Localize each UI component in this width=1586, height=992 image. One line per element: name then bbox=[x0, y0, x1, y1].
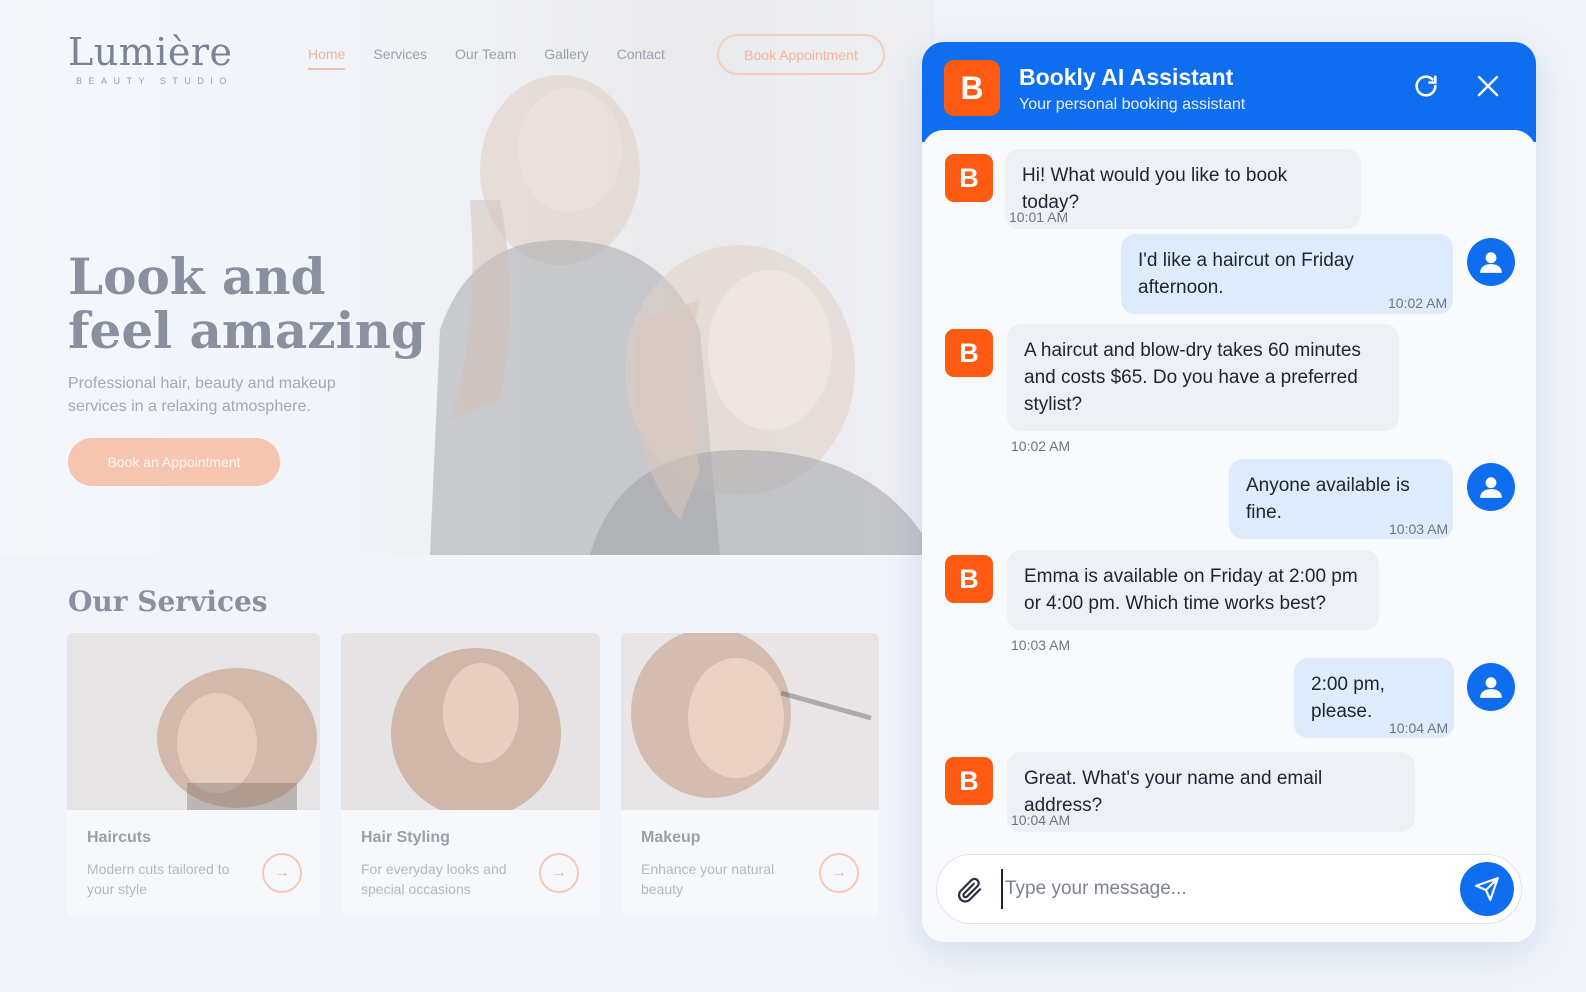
message-time: 10:04 AM bbox=[1389, 720, 1449, 736]
message-time: 10:01 AM bbox=[1009, 209, 1069, 225]
arrow-right-icon[interactable]: → bbox=[539, 853, 579, 893]
bot-message: A haircut and blow-dry takes 60 minutes … bbox=[1007, 324, 1399, 431]
nav-gallery[interactable]: Gallery bbox=[544, 46, 588, 70]
message-time: 10:02 AM bbox=[1388, 295, 1448, 311]
bot-avatar: B bbox=[945, 154, 993, 202]
message-time: 10:03 AM bbox=[1011, 637, 1071, 653]
hero-title: Look and feel amazing bbox=[68, 250, 426, 358]
chat-title: Bookly AI Assistant bbox=[1019, 64, 1234, 90]
hero-book-button[interactable]: Book an Appointment bbox=[68, 438, 280, 486]
nav-services[interactable]: Services bbox=[373, 46, 427, 70]
send-icon bbox=[1475, 877, 1499, 901]
bot-avatar: B bbox=[945, 555, 993, 603]
bot-avatar: B bbox=[945, 757, 993, 805]
chat-widget: B Bookly AI Assistant Your personal book… bbox=[922, 42, 1536, 942]
hero-title-line1: Look and bbox=[68, 247, 326, 306]
service-desc: Modern cuts tailored to your style bbox=[87, 861, 230, 897]
nav-our-team[interactable]: Our Team bbox=[455, 46, 516, 70]
chat-header: B Bookly AI Assistant Your personal book… bbox=[922, 42, 1536, 142]
service-image bbox=[341, 633, 600, 810]
message-time: 10:02 AM bbox=[1011, 438, 1071, 454]
services-title: Our Services bbox=[68, 585, 268, 618]
bot-avatar: B bbox=[945, 329, 993, 377]
message-time: 10:03 AM bbox=[1389, 521, 1449, 537]
service-card-hair-styling[interactable]: Hair Styling For everyday looks and spec… bbox=[341, 633, 600, 916]
site-nav: Home Services Our Team Gallery Contact bbox=[308, 46, 665, 70]
chat-subtitle: Your personal booking assistant bbox=[1019, 96, 1246, 113]
arrow-right-icon[interactable]: → bbox=[819, 853, 859, 893]
hero-subtitle: Professional hair, beauty and makeup ser… bbox=[68, 375, 336, 415]
user-avatar-icon bbox=[1467, 663, 1515, 711]
service-card-haircuts[interactable]: Haircuts Modern cuts tailored to your st… bbox=[67, 633, 320, 916]
user-avatar-icon bbox=[1467, 463, 1515, 511]
assistant-logo: B bbox=[944, 60, 1000, 116]
arrow-right-icon[interactable]: → bbox=[262, 853, 302, 893]
service-name: Haircuts bbox=[87, 829, 152, 846]
service-card-makeup[interactable]: Makeup Enhance your natural beauty → bbox=[621, 633, 879, 916]
service-image bbox=[621, 633, 879, 810]
message-input[interactable] bbox=[1001, 869, 1441, 909]
service-name: Hair Styling bbox=[361, 829, 450, 846]
service-desc: Enhance your natural beauty bbox=[641, 861, 775, 897]
user-avatar-icon bbox=[1467, 238, 1515, 286]
refresh-icon[interactable] bbox=[1410, 70, 1442, 102]
message-composer bbox=[936, 854, 1522, 924]
logo-tagline: BEAUTY STUDIO bbox=[76, 76, 233, 86]
nav-book-appointment-button[interactable]: Book Appointment bbox=[717, 34, 885, 75]
service-name: Makeup bbox=[641, 829, 701, 846]
service-image bbox=[67, 633, 320, 810]
message-time: 10:04 AM bbox=[1011, 812, 1071, 828]
service-desc: For everyday looks and special occasions bbox=[361, 861, 507, 897]
hero-title-line2: feel amazing bbox=[68, 301, 426, 360]
close-icon[interactable] bbox=[1472, 70, 1504, 102]
nav-contact[interactable]: Contact bbox=[617, 46, 665, 70]
send-button[interactable] bbox=[1460, 862, 1514, 916]
logo-name: Lumière bbox=[68, 30, 233, 74]
nav-home[interactable]: Home bbox=[308, 46, 346, 70]
bot-message: Emma is available on Friday at 2:00 pm o… bbox=[1007, 550, 1379, 630]
site-logo[interactable]: Lumière BEAUTY STUDIO bbox=[68, 30, 233, 86]
paperclip-icon[interactable] bbox=[955, 875, 985, 905]
